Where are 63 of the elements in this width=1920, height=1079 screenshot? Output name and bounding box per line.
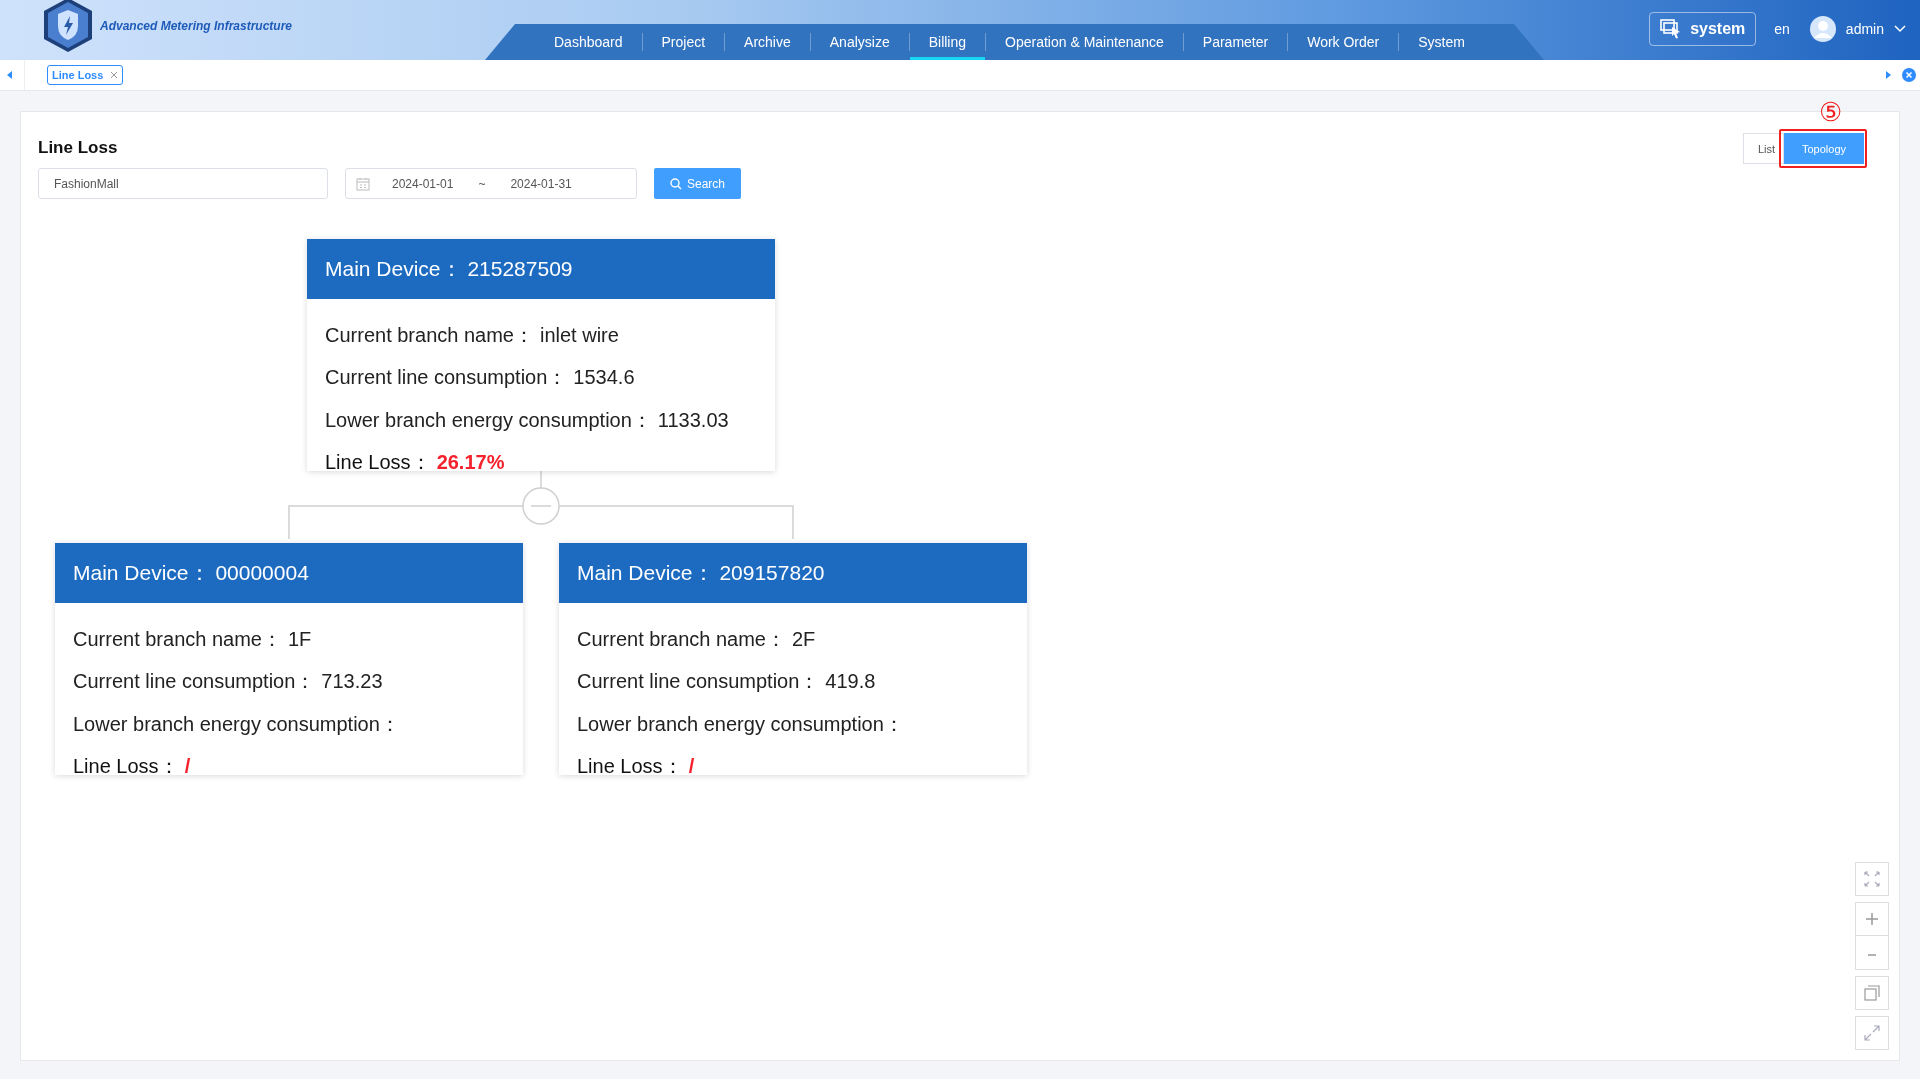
search-button[interactable]: Search	[654, 168, 741, 199]
field-label: Line Loss：	[325, 450, 431, 471]
language-button[interactable]: en	[1774, 19, 1790, 39]
system-button[interactable]: system	[1649, 12, 1757, 46]
line-loss-value: 26.17%	[436, 451, 505, 471]
fit-view-icon	[1864, 871, 1880, 887]
view-toggle-button[interactable]: Topology	[1784, 133, 1864, 164]
device-title: Main Device： 209157820	[577, 560, 825, 586]
app-name: Advanced Metering Infrastructure	[100, 19, 293, 33]
fullscreen-button[interactable]	[1855, 1016, 1889, 1050]
field-label: Current line consumption：	[73, 669, 316, 695]
field-label: Current branch name：	[325, 322, 534, 348]
nav-item[interactable]: Archive	[725, 24, 810, 60]
scroll-left-icon[interactable]	[6, 70, 14, 80]
nav-item[interactable]: Work Order	[1288, 24, 1399, 60]
annotation-number: ⑤	[1819, 97, 1842, 127]
view-toggle-button[interactable]: List	[1742, 133, 1784, 164]
chevron-down-icon[interactable]	[1894, 25, 1906, 33]
field-value: 419.8	[825, 670, 876, 694]
field-value: 2F	[792, 627, 816, 651]
field-label: Current line consumption：	[325, 365, 568, 391]
field-label: Lower branch energy consumption：	[577, 711, 904, 737]
scroll-right-icon[interactable]	[1884, 70, 1892, 80]
page-tab[interactable]: Line Loss	[47, 65, 124, 85]
close-all-icon[interactable]	[1902, 68, 1916, 82]
line-loss-value: /	[184, 755, 191, 775]
search-icon	[670, 177, 682, 190]
avatar-icon[interactable]	[1809, 16, 1836, 42]
nav-item[interactable]: Analysize	[810, 24, 909, 60]
field-value: 1133.03	[657, 408, 729, 432]
field-label: Line Loss：	[577, 754, 683, 775]
date-range-field[interactable]: 2024-01-01 ~ 2024-01-31	[345, 168, 637, 199]
field-value: inlet wire	[540, 323, 619, 347]
field-label: Current line consumption：	[577, 669, 820, 695]
field-label: Line Loss：	[73, 754, 179, 775]
minus-icon	[1868, 953, 1876, 956]
line-loss-value: /	[688, 755, 695, 775]
nav-item[interactable]: Dashboard	[535, 24, 642, 60]
plus-icon	[1865, 912, 1879, 926]
field-label: Current branch name：	[73, 626, 282, 652]
calendar-icon	[356, 176, 370, 191]
device-title: Main Device： 00000004	[73, 560, 309, 586]
field-label: Current branch name：	[577, 626, 786, 652]
close-icon[interactable]	[110, 71, 119, 79]
copy-button[interactable]	[1855, 976, 1889, 1010]
field-value: 1534.6	[573, 366, 635, 390]
nav-item[interactable]: Project	[642, 24, 725, 60]
nav-item[interactable]: System	[1399, 24, 1484, 60]
zoom-in-button[interactable]	[1855, 902, 1889, 936]
expand-icon	[1864, 1025, 1880, 1041]
field-value: 713.23	[321, 670, 383, 694]
nav-item[interactable]: Parameter	[1183, 24, 1288, 60]
field-value: 1F	[288, 627, 312, 651]
collapse-toggle-icon[interactable]	[522, 487, 560, 525]
field-label: Lower branch energy consumption：	[73, 711, 400, 737]
project-field[interactable]: FashionMall	[38, 168, 328, 199]
page-title: Line Loss	[38, 138, 118, 158]
copy-icon	[1864, 985, 1880, 1001]
field-label: Lower branch energy consumption：	[325, 407, 652, 433]
user-menu[interactable]: admin	[1845, 21, 1884, 37]
nav-item[interactable]: Operation & Maintenance	[986, 24, 1183, 60]
fit-view-button[interactable]	[1855, 862, 1889, 896]
device-title: Main Device： 215287509	[325, 256, 573, 282]
